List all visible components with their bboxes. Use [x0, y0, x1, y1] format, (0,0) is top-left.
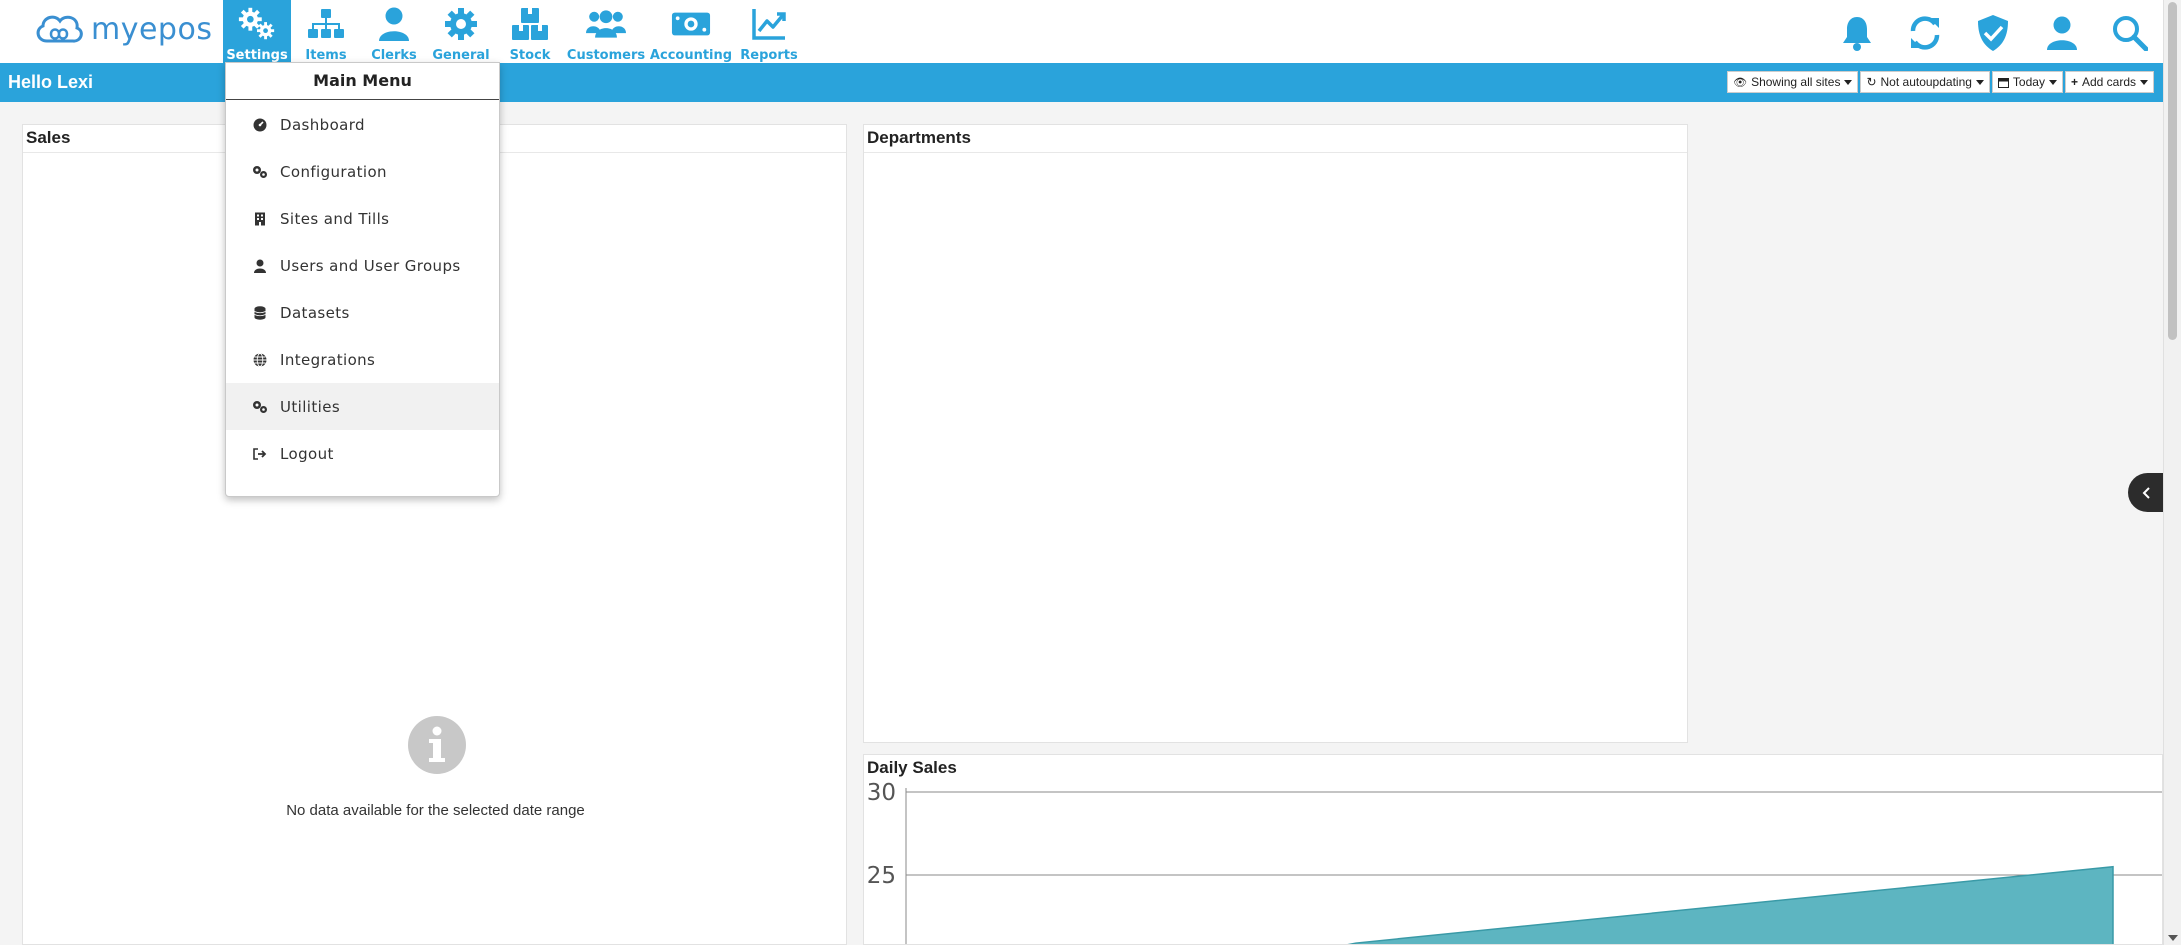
- menu-item-label: Datasets: [280, 303, 350, 322]
- date-range-label: Today: [2012, 75, 2045, 89]
- menu-item-label: Logout: [280, 444, 334, 463]
- menu-item-label: Dashboard: [280, 115, 365, 134]
- refresh-small-icon: ↻: [1866, 75, 1877, 89]
- nav-general[interactable]: General: [432, 0, 490, 63]
- main-menu-dropdown: Main Menu Dashboard Configuration Sites …: [225, 62, 500, 497]
- nav-settings[interactable]: Settings: [223, 0, 291, 63]
- refresh-icon[interactable]: [1905, 13, 1945, 53]
- nav-label: Items: [305, 48, 347, 63]
- user-icon: [374, 4, 414, 44]
- date-range-dropdown[interactable]: Today: [1991, 71, 2063, 93]
- card-title: Departments: [867, 128, 971, 147]
- nav-label: Accounting: [649, 48, 733, 63]
- money-icon: [671, 4, 711, 44]
- tachometer-icon: [250, 117, 270, 133]
- daily-sales-chart: 30 25: [867, 780, 2162, 944]
- building-icon: [250, 211, 270, 227]
- logo-text: myepos: [91, 11, 213, 47]
- divider: [864, 152, 1687, 153]
- y-tick-label: 30: [867, 780, 896, 806]
- search-icon[interactable]: [2110, 13, 2150, 53]
- nav-label: Clerks: [371, 48, 417, 63]
- info-circle-icon: [407, 715, 467, 775]
- nav-reports[interactable]: Reports: [740, 0, 798, 63]
- menu-item-label: Sites and Tills: [280, 209, 390, 228]
- menu-item-label: Integrations: [280, 350, 376, 369]
- menu-item-label: Configuration: [280, 162, 387, 181]
- calendar-icon: [1997, 77, 2009, 88]
- caret-down-icon: [1975, 79, 1984, 85]
- chevron-left-icon: [2142, 486, 2150, 499]
- bell-icon[interactable]: [1837, 13, 1877, 53]
- menu-item-datasets[interactable]: Datasets: [226, 289, 499, 336]
- sign-out-icon: [250, 446, 270, 462]
- nav-clerks[interactable]: Clerks: [368, 0, 420, 63]
- sitemap-icon: [306, 4, 346, 44]
- nav-label: Reports: [740, 48, 798, 63]
- scrollbar-thumb[interactable]: [2168, 2, 2177, 340]
- menu-item-label: Users and User Groups: [280, 256, 461, 275]
- menu-item-integrations[interactable]: Integrations: [226, 336, 499, 383]
- caret-down-icon: [2140, 79, 2148, 85]
- menu-item-sites-and-tills[interactable]: Sites and Tills: [226, 195, 499, 242]
- site-filter-dropdown[interactable]: 👁 Showing all sites: [1727, 71, 1859, 93]
- greeting: Hello Lexi: [8, 72, 94, 92]
- menu-item-logout[interactable]: Logout: [226, 430, 499, 477]
- plus-icon: +: [2070, 75, 2078, 89]
- menu-item-utilities[interactable]: Utilities: [226, 383, 499, 430]
- top-navigation: myepos Settings Items Clerks General Sto…: [0, 0, 2163, 63]
- caret-down-icon: [1844, 79, 1853, 85]
- database-icon: [250, 305, 270, 321]
- boxes-icon: [510, 4, 550, 44]
- globe-icon: [250, 352, 270, 368]
- shield-check-icon[interactable]: [1973, 13, 2013, 53]
- empty-state-message: No data available for the selected date …: [286, 802, 585, 819]
- nav-stock[interactable]: Stock: [504, 0, 556, 63]
- menu-item-dashboard[interactable]: Dashboard: [226, 101, 499, 148]
- cogs-icon: [250, 399, 270, 415]
- nav-accounting[interactable]: Accounting: [649, 0, 733, 63]
- add-cards-label: Add cards: [2081, 75, 2136, 89]
- vertical-scrollbar[interactable]: [2163, 0, 2181, 945]
- chart-line-icon: [749, 4, 789, 44]
- eye-icon: 👁: [1733, 76, 1748, 89]
- menu-item-configuration[interactable]: Configuration: [226, 148, 499, 195]
- gear-icon: [441, 4, 481, 44]
- menu-title: Main Menu: [226, 63, 499, 100]
- add-cards-dropdown[interactable]: + Add cards: [2064, 71, 2154, 93]
- nav-label: General: [432, 48, 490, 63]
- nav-label: Stock: [509, 48, 551, 63]
- daily-sales-area: [1347, 865, 2114, 944]
- autoupdate-dropdown[interactable]: ↻ Not autoupdating: [1860, 71, 1990, 93]
- users-icon: [586, 4, 626, 44]
- myepos-logo[interactable]: myepos: [33, 11, 212, 47]
- y-tick-label: 25: [867, 863, 896, 889]
- side-panel-toggle[interactable]: [2128, 473, 2165, 512]
- cloud-logo-icon: [36, 15, 83, 43]
- user-icon: [250, 258, 270, 274]
- card-title: Sales: [26, 128, 71, 147]
- menu-item-label: Utilities: [280, 397, 341, 416]
- gears-icon: [237, 4, 277, 44]
- nav-items[interactable]: Items: [300, 0, 352, 63]
- cogs-icon: [250, 164, 270, 180]
- dashboard-toolbar: 👁 Showing all sites ↻ Not autoupdating T…: [1727, 71, 2154, 93]
- nav-customers[interactable]: Customers: [566, 0, 646, 63]
- menu-item-users-and-user-groups[interactable]: Users and User Groups: [226, 242, 499, 289]
- scroll-down-arrow-icon[interactable]: [2168, 935, 2178, 941]
- departments-card: Departments: [863, 124, 1688, 743]
- caret-down-icon: [2048, 79, 2057, 85]
- autoupdate-label: Not autoupdating: [1880, 75, 1972, 89]
- daily-sales-card: Daily Sales 30 25: [863, 754, 2163, 945]
- nav-label: Customers: [566, 48, 646, 63]
- nav-label: Settings: [226, 48, 288, 63]
- user-account-icon[interactable]: [2042, 13, 2082, 53]
- site-filter-label: Showing all sites: [1751, 75, 1841, 89]
